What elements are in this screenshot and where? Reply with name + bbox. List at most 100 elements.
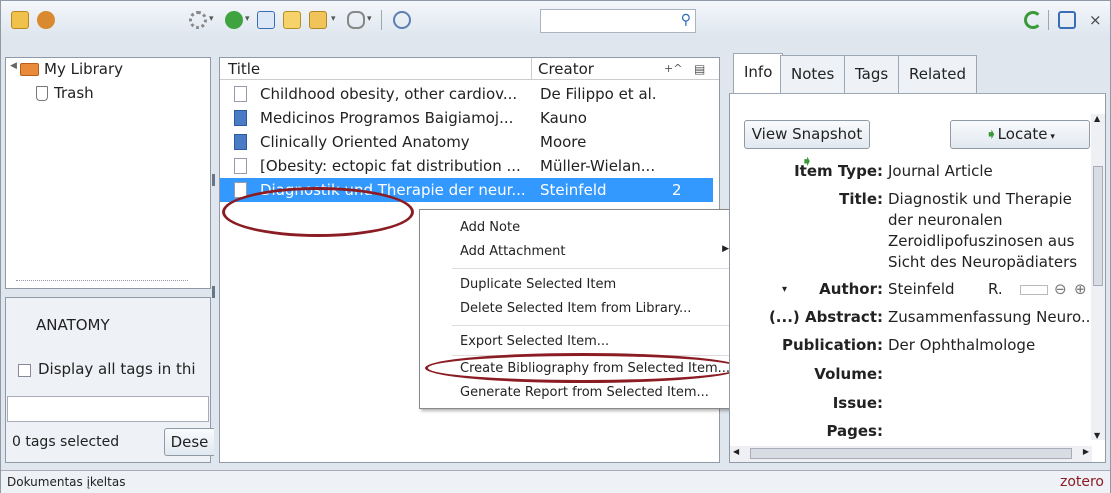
annotation-ellipse [222, 187, 414, 237]
horizontal-scrollbar[interactable]: ◀ ▶ [730, 446, 1092, 462]
column-header-creator[interactable]: Creator [532, 58, 664, 80]
item-title: Childhood obesity, other cardiov... [260, 85, 518, 103]
pane-resize-handle[interactable] [212, 286, 215, 298]
item-type-value[interactable]: Journal Article [888, 162, 993, 180]
menu-separator [452, 325, 737, 326]
new-collection-icon[interactable] [11, 11, 29, 29]
item-creator: Steinfeld [540, 181, 607, 199]
status-text: Dokumentas įkeltas [7, 475, 126, 489]
author-label[interactable]: Author: [819, 280, 883, 298]
table-row[interactable]: Medicinos Programos Baigiamoj... Kauno [220, 106, 713, 130]
tag-anatomy[interactable]: ANATOMY [36, 316, 110, 334]
document-icon [234, 158, 247, 174]
title-value-line[interactable]: Sicht des Neuropädiaters [888, 253, 1077, 271]
search-icon[interactable]: ⚲ [681, 12, 691, 28]
tab-related[interactable]: Related [898, 55, 977, 93]
collapse-arrow-icon[interactable]: ◀ [10, 61, 17, 71]
zotero-brand[interactable]: zotero [1060, 471, 1104, 493]
sync-icon[interactable] [1024, 11, 1042, 29]
scroll-left-icon[interactable]: ◀ [733, 447, 739, 456]
pane-splitter[interactable] [16, 280, 188, 286]
tab-info[interactable]: Info [733, 53, 784, 93]
item-creator: De Filippo et al. [540, 85, 657, 103]
title-value[interactable]: Diagnostik und Therapie [888, 190, 1072, 208]
scroll-down-icon[interactable]: ▼ [1094, 431, 1100, 440]
chevron-down-icon[interactable]: ▾ [209, 14, 214, 24]
tab-tags[interactable]: Tags [844, 55, 900, 93]
advanced-search-icon[interactable] [393, 11, 411, 29]
library-trash[interactable]: Trash [54, 84, 94, 102]
vertical-scrollbar[interactable]: ▲ ▼ [1091, 114, 1105, 440]
new-note-icon[interactable] [283, 11, 301, 29]
menu-add-attachment[interactable]: Add Attachment [460, 244, 566, 259]
column-header-title[interactable]: Title [220, 58, 532, 80]
fullscreen-icon[interactable] [1058, 11, 1076, 29]
scrollbar-thumb[interactable] [1093, 166, 1103, 286]
new-group-icon[interactable] [37, 11, 55, 29]
tab-notes[interactable]: Notes [780, 55, 846, 93]
attachment-count: 2 [672, 181, 682, 199]
trash-icon [36, 86, 48, 101]
table-row[interactable]: [Obesity: ectopic fat distribution ... M… [220, 154, 713, 178]
column-sort-indicator[interactable]: +^ [664, 58, 694, 80]
book-icon [234, 110, 247, 126]
column-picker-icon[interactable]: ▤ [694, 58, 719, 80]
chevron-down-icon[interactable]: ▾ [1048, 132, 1055, 142]
item-creator: Moore [540, 133, 587, 151]
toolbar: ▾ ▾ ▾ ▾ ⚲ × [1, 1, 1110, 39]
close-icon[interactable]: × [1089, 11, 1102, 29]
search-input[interactable]: ⚲ [540, 9, 696, 33]
chevron-down-icon[interactable]: ▾ [331, 14, 336, 24]
publication-label: Publication: [781, 336, 883, 354]
item-title: Clinically Oriented Anatomy [260, 133, 470, 151]
add-attachment-icon[interactable] [309, 11, 327, 29]
scroll-right-icon[interactable]: ▶ [1083, 447, 1089, 456]
library-root[interactable]: My Library [44, 60, 123, 78]
menu-separator [452, 268, 737, 269]
menu-duplicate-item[interactable]: Duplicate Selected Item [460, 277, 616, 292]
tags-selected-count: 0 tags selected [12, 434, 120, 450]
item-details-pane: View Snapshot ➧ ➧Locate ▾ Item Type: Jou… [729, 93, 1106, 463]
menu-add-note[interactable]: Add Note [460, 220, 520, 235]
remove-author-icon[interactable]: ⊖ [1054, 280, 1067, 298]
abstract-value[interactable]: Zusammenfassung Neuro... [888, 308, 1095, 326]
author-last-name[interactable]: Steinfeld [888, 280, 955, 298]
issue-label: Issue: [832, 394, 883, 412]
abstract-label[interactable]: (...) Abstract: [769, 308, 883, 326]
menu-delete-item[interactable]: Delete Selected Item from Library... [460, 301, 691, 316]
author-mode-toggle[interactable] [1020, 285, 1048, 295]
publication-value[interactable]: Der Ophthalmologe [888, 336, 1035, 354]
menu-export-item[interactable]: Export Selected Item... [460, 334, 609, 349]
menu-generate-report[interactable]: Generate Report from Selected Item... [460, 385, 709, 400]
book-icon [234, 134, 247, 150]
display-all-tags-checkbox[interactable] [18, 364, 31, 377]
pages-label: Pages: [826, 422, 883, 440]
library-pane: ◀ My Library Trash [5, 57, 211, 289]
pane-resize-handle[interactable] [212, 174, 215, 186]
add-by-identifier-icon[interactable] [257, 11, 275, 29]
chevron-down-icon[interactable]: ▾ [245, 14, 250, 24]
deselect-all-button[interactable]: Dese [164, 428, 214, 456]
tag-filter-input[interactable] [7, 396, 209, 422]
item-creator: Müller-Wielan... [540, 157, 656, 175]
scroll-up-icon[interactable]: ▲ [1094, 114, 1100, 123]
paperclip-icon[interactable] [347, 11, 365, 29]
chevron-down-icon[interactable]: ▾ [367, 14, 372, 24]
title-value-line[interactable]: der neuronalen [888, 211, 1003, 229]
new-item-icon[interactable] [225, 11, 243, 29]
tag-selector: ANATOMY Display all tags in thi 0 tags s… [5, 297, 214, 463]
table-row[interactable]: Clinically Oriented Anatomy Moore [220, 130, 713, 154]
table-row[interactable]: Childhood obesity, other cardiov... De F… [220, 82, 713, 106]
author-first-name[interactable]: R. [988, 280, 1003, 298]
scrollbar-thumb[interactable] [750, 448, 1072, 459]
view-snapshot-button[interactable]: View Snapshot ➧ [744, 120, 870, 170]
zotero-window: ▾ ▾ ▾ ▾ ⚲ × ◀ My Library Trash ANATOMY D… [0, 0, 1111, 493]
add-author-icon[interactable]: ⊕ [1074, 280, 1087, 298]
locate-button[interactable]: ➧Locate ▾ [950, 120, 1090, 149]
submenu-arrow-icon: ▶ [722, 244, 729, 254]
title-value-line[interactable]: Zeroidlipofuszinosen aus [888, 232, 1074, 250]
gear-icon[interactable] [189, 11, 207, 29]
author-disclosure-icon[interactable]: ▾ [782, 284, 787, 295]
arrow-right-icon: ➧ [985, 125, 998, 143]
status-bar: Dokumentas įkeltas zotero [1, 470, 1110, 493]
